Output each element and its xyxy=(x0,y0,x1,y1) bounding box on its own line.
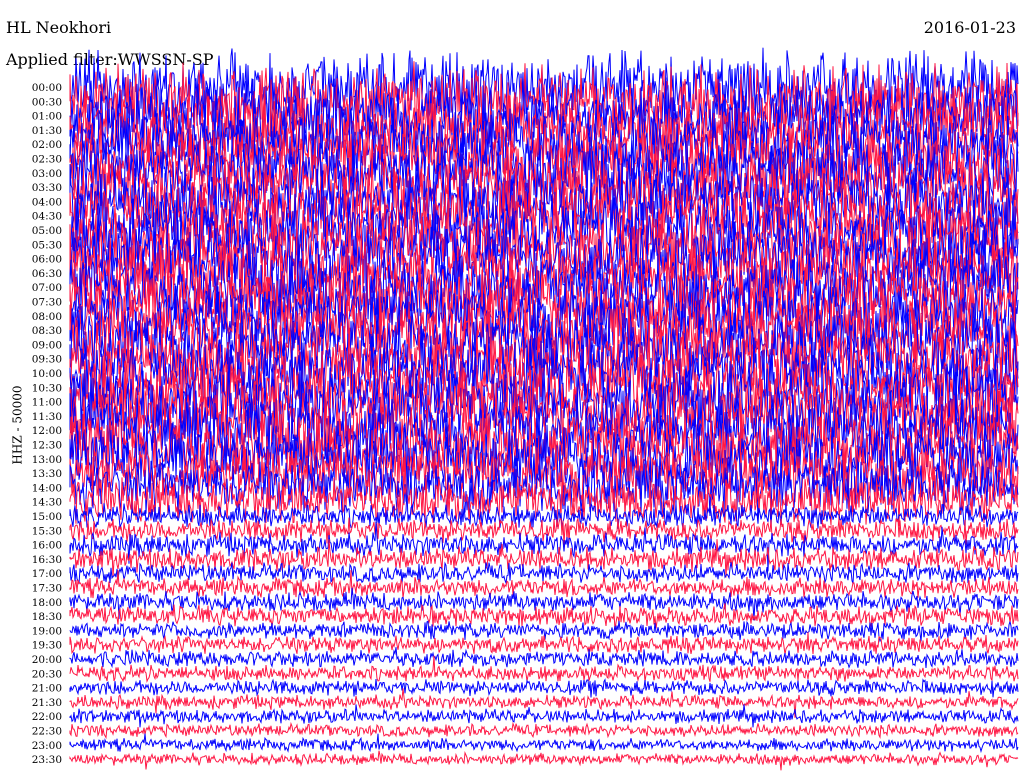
tick-label: 19:00 xyxy=(32,625,62,637)
tick-label: 11:30 xyxy=(32,411,62,423)
tick-label: 09:30 xyxy=(32,354,62,366)
trace-line xyxy=(69,561,1019,585)
tick-label: 05:00 xyxy=(32,225,62,237)
tick-label: 13:00 xyxy=(32,454,62,466)
tick-label: 15:30 xyxy=(32,525,62,537)
tick-label: 06:00 xyxy=(32,254,62,266)
tick-label: 07:00 xyxy=(32,282,62,294)
traces-group xyxy=(69,47,1019,771)
tick-label: 14:30 xyxy=(32,497,62,509)
tick-label: 14:00 xyxy=(32,482,62,494)
tick-label: 20:00 xyxy=(32,654,62,666)
tick-label: 23:30 xyxy=(32,754,62,766)
tick-label: 00:30 xyxy=(32,96,62,108)
tick-label: 02:00 xyxy=(32,139,62,151)
tick-label: 08:30 xyxy=(32,325,62,337)
tick-label: 01:30 xyxy=(32,125,62,137)
tick-label: 00:00 xyxy=(32,82,62,94)
tick-label: 17:00 xyxy=(32,568,62,580)
tick-label: 21:30 xyxy=(32,697,62,709)
tick-label: 04:30 xyxy=(32,211,62,223)
tick-label: 07:30 xyxy=(32,297,62,309)
tick-label: 23:00 xyxy=(32,740,62,752)
tick-label: 09:00 xyxy=(32,339,62,351)
tick-label: 05:30 xyxy=(32,239,62,251)
tick-label: 12:00 xyxy=(32,425,62,437)
tick-label: 03:00 xyxy=(32,168,62,180)
tick-label: 18:00 xyxy=(32,597,62,609)
tick-label: 06:30 xyxy=(32,268,62,280)
tick-label: 03:30 xyxy=(32,182,62,194)
tick-label: 04:00 xyxy=(32,196,62,208)
trace-line xyxy=(69,750,1019,771)
tick-label: 11:00 xyxy=(32,397,62,409)
helicorder-plot: 00:00 00:30 01:00 01:30 02:00 02:30 03:00 03:30… xyxy=(32,47,1019,771)
tick-label: 01:00 xyxy=(32,111,62,123)
tick-label: 22:30 xyxy=(32,726,62,738)
trace-line xyxy=(69,678,1019,698)
tick-labels-group: 00:00 00:30 01:00 01:30 02:00 02:30 03:00 03:30… xyxy=(32,82,62,766)
tick-label: 20:30 xyxy=(32,668,62,680)
trace-line xyxy=(69,733,1019,754)
tick-label: 10:00 xyxy=(32,368,62,380)
tick-label: 13:30 xyxy=(32,468,62,480)
tick-label: 08:00 xyxy=(32,311,62,323)
tick-label: 10:30 xyxy=(32,382,62,394)
tick-label: 21:00 xyxy=(32,683,62,695)
tick-label: 16:00 xyxy=(32,540,62,552)
tick-label: 17:30 xyxy=(32,583,62,595)
tick-label: 02:30 xyxy=(32,154,62,166)
tick-label: 18:30 xyxy=(32,611,62,623)
tick-label: 15:00 xyxy=(32,511,62,523)
tick-label: 19:30 xyxy=(32,640,62,652)
tick-label: 22:00 xyxy=(32,711,62,723)
trace-line xyxy=(69,721,1019,740)
tick-label: 12:30 xyxy=(32,440,62,452)
tick-label: 16:30 xyxy=(32,554,62,566)
